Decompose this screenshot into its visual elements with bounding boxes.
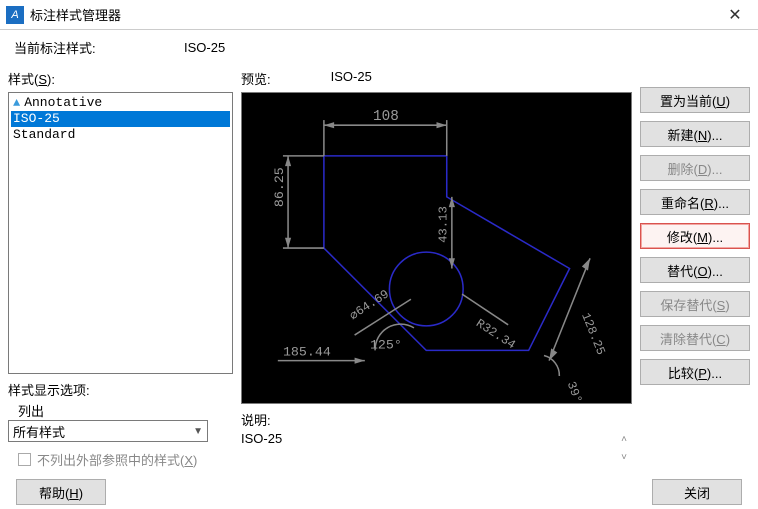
delete-button: 删除(D)... <box>640 155 750 181</box>
exclude-xref-checkbox: 不列出外部参照中的样式(X) <box>18 450 233 469</box>
help-button[interactable]: 帮助(H) <box>16 479 106 505</box>
description-value: ISO-25 <box>241 431 282 446</box>
dim-left: 86.25 <box>272 167 287 207</box>
override-button[interactable]: 替代(O)... <box>640 257 750 283</box>
close-button[interactable]: 关闭 <box>652 479 742 505</box>
checkbox-box <box>18 453 31 466</box>
checkbox-label: 不列出外部参照中的样式(X) <box>37 450 197 469</box>
annotative-icon: ▲ <box>13 95 20 111</box>
styles-label: 样式(S): <box>8 69 233 88</box>
current-style-label: 当前标注样式: <box>14 38 184 57</box>
style-list[interactable]: ▲ Annotative ISO-25 Standard <box>8 92 233 374</box>
window-title: 标注样式管理器 <box>30 5 712 24</box>
dim-mid: 43.13 <box>437 206 451 243</box>
style-item-iso25[interactable]: ISO-25 <box>11 111 230 127</box>
modify-button[interactable]: 修改(M)... <box>640 223 750 249</box>
dim-radius: R32.34 <box>473 316 518 352</box>
close-icon[interactable]: ✕ <box>712 0 758 30</box>
compare-button[interactable]: 比较(P)... <box>640 359 750 385</box>
preview-style-name: ISO-25 <box>331 69 372 88</box>
rename-button[interactable]: 重命名(R)... <box>640 189 750 215</box>
app-icon: A <box>6 6 24 24</box>
desc-scroll-up[interactable]: ˄ <box>616 431 632 447</box>
new-button[interactable]: 新建(N)... <box>640 121 750 147</box>
preview-label: 预览: <box>241 69 271 88</box>
dim-angle-right: 39° <box>564 380 585 403</box>
list-dropdown[interactable]: 所有样式 ▼ <box>8 420 208 442</box>
clear-override-button: 清除替代(C) <box>640 325 750 351</box>
current-style-row: 当前标注样式: ISO-25 <box>8 38 750 57</box>
list-label: 列出 <box>18 401 233 420</box>
dim-bottom: 185.44 <box>283 345 331 360</box>
preview-canvas: 108 86.25 <box>241 92 632 404</box>
display-options-label: 样式显示选项: <box>8 380 233 399</box>
current-style-value: ISO-25 <box>184 40 225 55</box>
style-item-standard[interactable]: Standard <box>11 127 230 143</box>
description-label: 说明: <box>241 410 632 429</box>
set-current-button[interactable]: 置为当前(U) <box>640 87 750 113</box>
save-override-button: 保存替代(S) <box>640 291 750 317</box>
dropdown-value: 所有样式 <box>13 422 65 441</box>
dim-diag: 128.25 <box>578 311 608 357</box>
dim-top: 108 <box>373 109 399 125</box>
style-item-annotative[interactable]: ▲ Annotative <box>11 95 230 111</box>
dim-angle-left: 125° <box>370 337 402 352</box>
desc-scroll-down[interactable]: ˅ <box>616 449 632 465</box>
chevron-down-icon: ▼ <box>193 426 203 437</box>
titlebar: A 标注样式管理器 ✕ <box>0 0 758 30</box>
